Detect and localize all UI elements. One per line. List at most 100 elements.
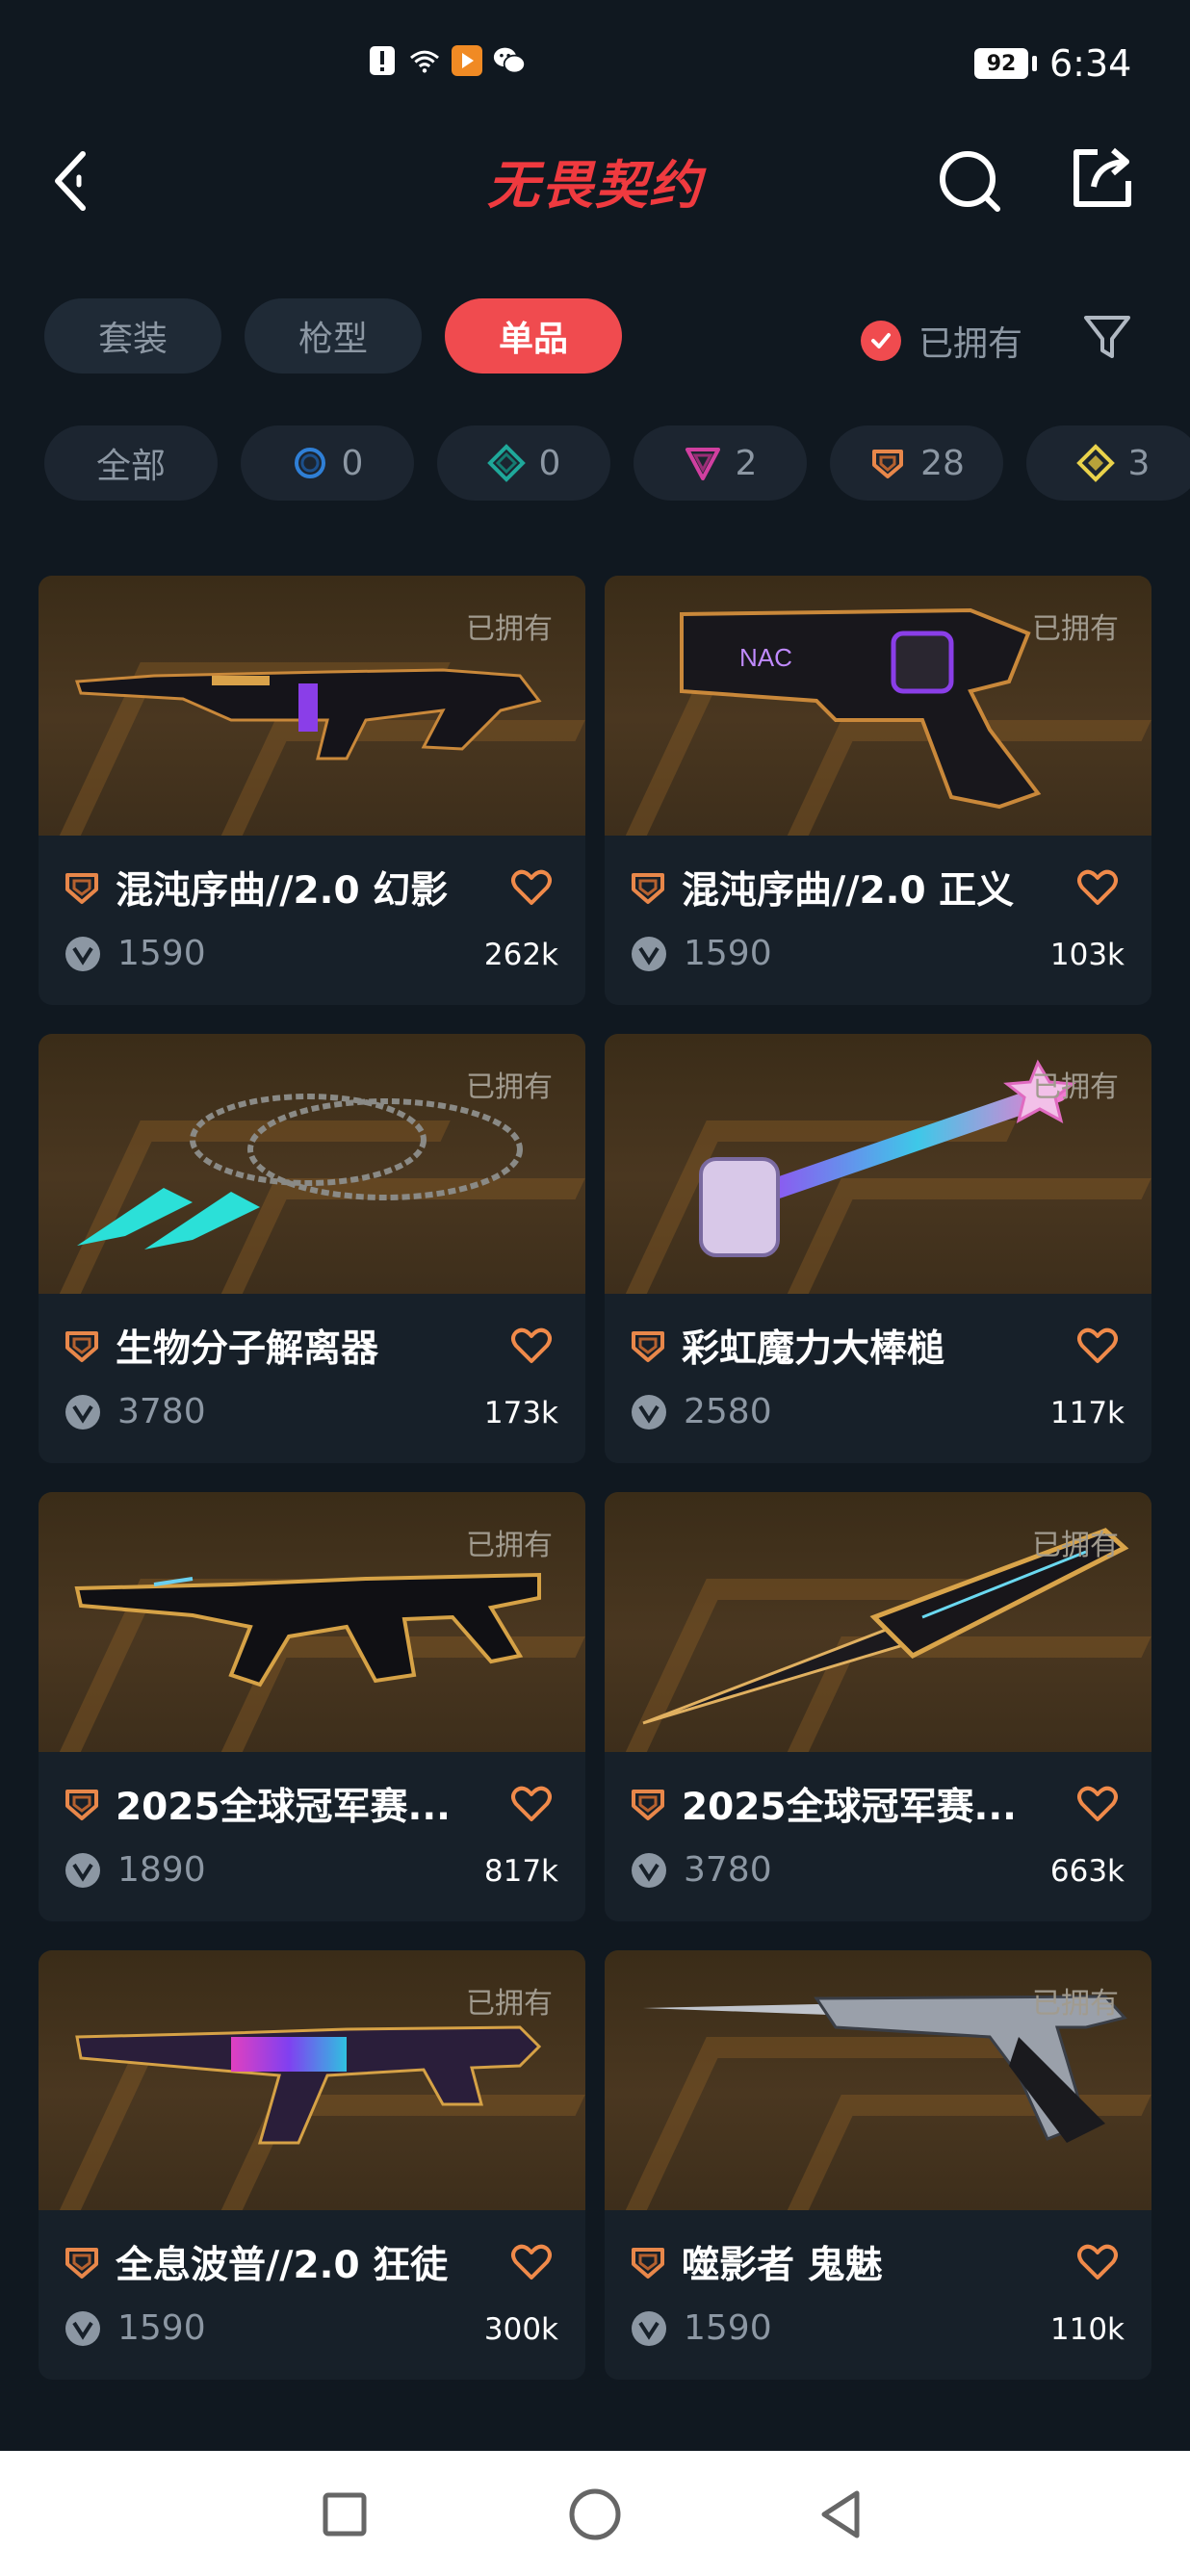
item-card[interactable]: NAC 已拥有混沌序曲//2.0 正义 1590 103k: [605, 576, 1151, 1005]
tier-filter-count: 0: [538, 443, 561, 483]
item-price-row: 1590: [632, 2308, 772, 2348]
item-image: 已拥有: [39, 1950, 585, 2210]
status-time: 6:34: [1049, 42, 1132, 85]
owned-filter-label: 已拥有: [918, 324, 1023, 364]
tier-filter-count: 3: [1127, 443, 1151, 483]
premium-tier-icon: [685, 448, 720, 480]
item-name: 混沌序曲//2.0 幻影: [116, 869, 449, 913]
vp-currency-icon: [65, 1852, 100, 1888]
vp-currency-icon: [632, 1394, 666, 1430]
item-price: 1590: [117, 934, 206, 973]
item-card[interactable]: 已拥有 噬影者 鬼魅 1590 110k: [605, 1950, 1151, 2380]
item-price: 1890: [117, 1850, 206, 1890]
owned-filter-toggle[interactable]: 已拥有: [861, 316, 1022, 366]
favorite-button[interactable]: [1076, 2241, 1119, 2283]
favorite-button[interactable]: [1076, 1783, 1119, 1825]
filter-button[interactable]: [1080, 310, 1134, 364]
tier-filter-all[interactable]: 全部: [44, 425, 218, 501]
recent-apps-button[interactable]: [314, 2484, 375, 2545]
item-image: 已拥有: [39, 1492, 585, 1752]
item-likes: 262k: [483, 938, 558, 972]
square-icon: [323, 2492, 367, 2537]
owned-tag: 已拥有: [1032, 1529, 1119, 1562]
item-price-row: 1590: [65, 934, 206, 973]
item-card[interactable]: 已拥有全息波普//2.0 狂徒 1590 300k: [39, 1950, 585, 2380]
item-grid: 已拥有 混沌序曲//2.0 幻影 1590 262k NAC 已拥有 混沌序曲//2.0 正…: [39, 576, 1151, 2380]
exclusive-tier-icon: [632, 2248, 664, 2279]
favorite-button[interactable]: [510, 1325, 553, 1367]
page-title: 无畏契约: [487, 155, 703, 216]
item-name: 全息波普//2.0 狂徒: [116, 2244, 449, 2287]
item-likes: 817k: [483, 1854, 558, 1889]
item-card[interactable]: 已拥有 2025全球冠军赛... 3780 663k: [605, 1492, 1151, 1921]
favorite-button[interactable]: [510, 2241, 553, 2283]
exclusive-tier-icon: [632, 873, 664, 904]
share-button[interactable]: [1069, 142, 1138, 212]
tier-filter-count: 0: [341, 443, 364, 483]
item-price-row: 1590: [632, 934, 772, 973]
tab-weapon-types[interactable]: 枪型: [245, 298, 422, 374]
heart-icon: [1077, 869, 1118, 905]
item-title-row: 2025全球冠军赛...: [628, 1777, 1017, 1831]
item-likes: 173k: [483, 1396, 558, 1430]
search-button[interactable]: [936, 142, 1005, 212]
favorite-button[interactable]: [1076, 1325, 1119, 1367]
item-title-row: 噬影者 鬼魅: [628, 2235, 883, 2289]
search-icon: [940, 151, 1000, 212]
battery-tip: [1032, 56, 1037, 71]
tab-single-items[interactable]: 单品: [445, 298, 622, 374]
vp-currency-icon: [632, 1852, 666, 1888]
vp-currency-icon: [632, 2310, 666, 2346]
item-name: 彩虹魔力大棒槌: [682, 1327, 945, 1371]
favorite-button[interactable]: [1076, 866, 1119, 909]
item-card[interactable]: 已拥有 2025全球冠军赛... 1890 817k: [39, 1492, 585, 1921]
tier-filter-count: 2: [735, 443, 758, 483]
exclusive-tier-icon: [872, 450, 904, 478]
tier-filter-bar: 全部 0 0 2 28 3: [44, 425, 1190, 501]
category-tabs: 套装 枪型 单品: [44, 298, 622, 374]
tier-filter-premium[interactable]: 2: [634, 425, 807, 501]
exclusive-tier-icon: [65, 1790, 98, 1820]
item-image: NAC 已拥有: [605, 576, 1151, 836]
item-price-row: 1890: [65, 1850, 206, 1890]
triangle-back-icon: [821, 2490, 860, 2538]
item-card[interactable]: 已拥有 生物分子解离器 3780 173k: [39, 1034, 585, 1463]
favorite-button[interactable]: [510, 866, 553, 909]
deluxe-tier-icon: [486, 444, 526, 482]
exclusive-tier-icon: [632, 1331, 664, 1362]
owned-tag: 已拥有: [466, 1070, 553, 1104]
select-tier-icon: [294, 448, 325, 478]
item-price: 1590: [684, 2308, 772, 2348]
item-likes: 300k: [483, 2312, 558, 2347]
checkmark-icon: [861, 321, 901, 361]
item-title-row: 混沌序曲//2.0 幻影: [62, 861, 448, 914]
item-price-row: 1590: [65, 2308, 206, 2348]
item-card[interactable]: 已拥有混沌序曲//2.0 幻影 1590 262k: [39, 576, 585, 1005]
item-image: 已拥有: [39, 576, 585, 836]
home-button[interactable]: [564, 2484, 626, 2545]
tier-filter-deluxe[interactable]: 0: [437, 425, 610, 501]
item-likes: 663k: [1049, 1854, 1125, 1889]
owned-tag: 已拥有: [1032, 612, 1119, 646]
item-name: 混沌序曲//2.0 正义: [682, 869, 1015, 913]
back-nav-button[interactable]: [811, 2484, 872, 2545]
tier-filter-exclusive[interactable]: 28: [830, 425, 1003, 501]
vp-currency-icon: [632, 936, 666, 971]
favorite-button[interactable]: [510, 1783, 553, 1825]
tab-sets[interactable]: 套装: [44, 298, 221, 374]
owned-tag: 已拥有: [466, 1987, 553, 2021]
tier-filter-select[interactable]: 0: [241, 425, 414, 501]
owned-tag: 已拥有: [1032, 1070, 1119, 1104]
item-likes: 103k: [1049, 938, 1125, 972]
status-bar: 92 6:34: [0, 0, 1190, 135]
item-image: 已拥有: [605, 1950, 1151, 2210]
ultra-tier-icon: [1075, 444, 1115, 482]
item-price: 3780: [117, 1392, 206, 1431]
battery-level: 92: [986, 51, 1017, 76]
item-name: 噬影者 鬼魅: [682, 2244, 883, 2287]
item-image: 已拥有: [39, 1034, 585, 1294]
tier-filter-ultra[interactable]: 3: [1026, 425, 1190, 501]
item-card[interactable]: 已拥有 彩虹魔力大棒槌 2580 117k: [605, 1034, 1151, 1463]
owned-tag: 已拥有: [1032, 1987, 1119, 2021]
vp-currency-icon: [65, 1394, 100, 1430]
